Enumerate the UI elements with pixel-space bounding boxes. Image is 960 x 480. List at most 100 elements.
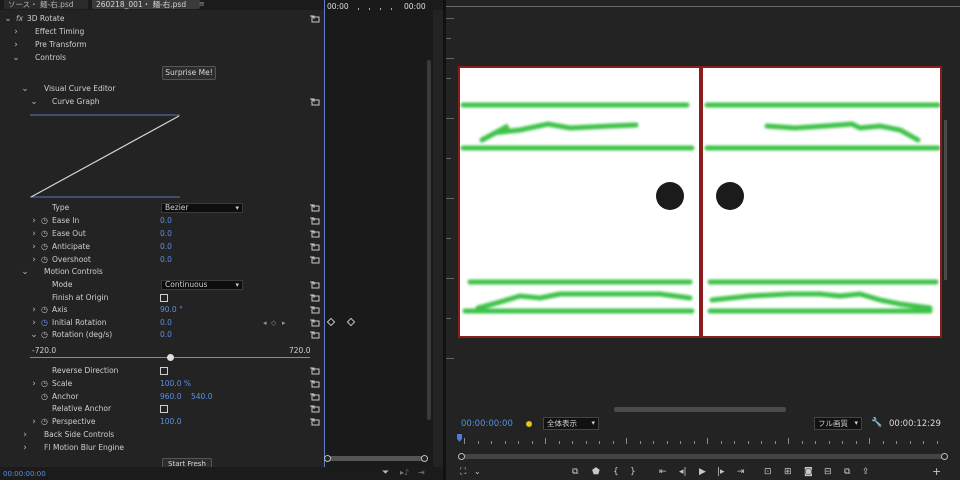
monitor-vertical-scrollbar[interactable] (944, 120, 947, 280)
chevron-right-icon[interactable]: › (30, 241, 38, 253)
monitor-time-ruler[interactable] (456, 434, 950, 448)
scroll-handle-left[interactable] (324, 455, 331, 462)
start-fresh-button[interactable]: Start Fresh (162, 458, 212, 467)
step-forward-icon[interactable]: |▸ (717, 466, 725, 478)
insert-icon[interactable]: ⊡ (764, 466, 772, 478)
overwrite-icon[interactable]: ⊞ (784, 466, 792, 478)
proxy-icon[interactable]: ⧉ (572, 466, 578, 478)
reset-icon[interactable] (310, 204, 321, 212)
initial-rotation-value[interactable]: 0.0 (160, 317, 172, 329)
chevron-down-icon[interactable]: ⌄ (4, 13, 12, 25)
stopwatch-icon[interactable]: ◷ (41, 331, 48, 339)
reset-icon[interactable] (310, 243, 321, 251)
ease-out-value[interactable]: 0.0 (160, 228, 172, 240)
playhead-timecode[interactable]: 00:00:00:00 (461, 419, 513, 429)
chevron-down-icon[interactable]: ⌄ (21, 266, 29, 278)
video-frame[interactable] (458, 66, 942, 338)
stopwatch-icon[interactable]: ◷ (41, 380, 48, 388)
prev-keyframe-icon[interactable]: ◂ (263, 317, 267, 329)
scale-value[interactable]: 100.0 % (160, 378, 191, 390)
scroll-handle-left[interactable] (458, 453, 465, 460)
reset-icon[interactable] (310, 393, 321, 401)
camera-icon[interactable]: ◙ (804, 466, 813, 478)
panel-menu-icon[interactable]: ≡ (199, 0, 205, 8)
chevron-right-icon[interactable]: › (30, 215, 38, 227)
perspective-value[interactable]: 100.0 (160, 416, 181, 428)
tab-sequence[interactable]: 260218_001・ 麺-右.psd (92, 0, 200, 9)
mark-in-icon[interactable]: { (613, 466, 619, 478)
chevron-down-icon[interactable]: ⌄ (12, 52, 20, 64)
chevron-right-icon[interactable]: › (30, 317, 38, 329)
export-frame-icon[interactable]: ⇪ (862, 466, 870, 478)
reset-icon[interactable] (310, 256, 321, 264)
monitor-zoom-scrollbar[interactable] (458, 453, 948, 460)
tab-source[interactable]: ソース・ 麺-右.psd (4, 0, 88, 9)
curve-graph[interactable] (30, 114, 180, 198)
stopwatch-icon[interactable]: ◷ (41, 306, 48, 314)
play-icon[interactable]: ▶ (699, 466, 706, 478)
safe-margins-icon[interactable]: ⛶ (460, 466, 466, 478)
add-keyframe-icon[interactable]: ◇ (271, 317, 276, 329)
chevron-down-icon[interactable]: ⌄ (30, 96, 38, 108)
mark-out-icon[interactable]: } (630, 466, 636, 478)
chevron-right-icon[interactable]: › (21, 442, 29, 454)
surprise-me-button[interactable]: Surprise Me! (162, 66, 216, 80)
group-controls[interactable]: ⌄ Controls (0, 52, 323, 64)
overshoot-value[interactable]: 0.0 (160, 254, 172, 266)
add-marker-icon[interactable]: ⬟ (592, 466, 600, 478)
group-visual-curve-editor[interactable]: ⌄ Visual Curve Editor (0, 83, 323, 95)
chevron-right-icon[interactable]: › (30, 416, 38, 428)
footer-timecode[interactable]: 00:00:00:00 (3, 470, 46, 478)
rotation-deg-s-value[interactable]: 0.0 (160, 329, 172, 341)
reset-icon[interactable] (310, 331, 321, 339)
anticipate-value[interactable]: 0.0 (160, 241, 172, 253)
wrench-icon[interactable]: 🔧 (871, 418, 882, 428)
stopwatch-icon[interactable]: ◷ (41, 217, 48, 225)
mode-dropdown[interactable]: Continuous ▾ (161, 280, 243, 290)
vertical-scrollbar[interactable] (427, 60, 431, 420)
reset-icon[interactable] (310, 98, 321, 106)
chevron-right-icon[interactable]: › (30, 378, 38, 390)
chevron-right-icon[interactable]: › (30, 254, 38, 266)
reset-icon[interactable] (310, 15, 321, 23)
fx-badge[interactable]: fx (16, 13, 23, 25)
slider-thumb[interactable] (166, 354, 174, 361)
play-audio-icon[interactable]: ▸♪ (400, 468, 409, 477)
multi-cam-icon[interactable]: ⧉ (844, 466, 850, 478)
effect-timeline[interactable]: 00:00 00:00 (324, 0, 433, 467)
reset-icon[interactable] (310, 319, 321, 327)
reset-icon[interactable] (310, 294, 321, 302)
zoom-level-dropdown[interactable]: 全体表示 ▾ (543, 417, 599, 430)
monitor-horizontal-scrollbar[interactable] (614, 407, 786, 412)
playback-quality-dropdown[interactable]: フル画質 ▾ (814, 417, 862, 430)
reset-icon[interactable] (310, 418, 321, 426)
finish-at-origin-checkbox[interactable] (160, 294, 168, 302)
stopwatch-icon[interactable]: ◷ (41, 256, 48, 264)
chevron-right-icon[interactable]: › (12, 26, 20, 38)
go-to-out-icon[interactable]: ⇥ (737, 466, 745, 478)
anchor-x-value[interactable]: 960.0 (160, 391, 181, 403)
stopwatch-icon[interactable]: ◷ (41, 243, 48, 251)
reverse-direction-checkbox[interactable] (160, 367, 168, 375)
group-motion-blur-engine[interactable]: › FI Motion Blur Engine (0, 442, 323, 454)
reset-icon[interactable] (310, 230, 321, 238)
chevron-down-icon[interactable]: ⌄ (474, 466, 481, 478)
playhead-marker[interactable] (457, 434, 462, 442)
keyframe-diamond[interactable] (326, 317, 336, 327)
group-effect-timing[interactable]: › Effect Timing (0, 26, 323, 38)
go-to-in-icon[interactable]: ⇤ (659, 466, 667, 478)
filter-icon[interactable]: ⏷ (382, 468, 389, 478)
anchor-y-value[interactable]: 540.0 (191, 391, 212, 403)
rotation-slider[interactable]: -720.0 720.0 (0, 344, 323, 366)
stopwatch-icon[interactable]: ◷ (41, 418, 48, 426)
reset-icon[interactable] (310, 306, 321, 314)
reset-icon[interactable] (310, 367, 321, 375)
scroll-handle-right[interactable] (941, 453, 948, 460)
group-motion-controls[interactable]: ⌄ Motion Controls (0, 266, 323, 278)
stopwatch-icon[interactable]: ◷ (41, 319, 48, 327)
timeline-zoom-scrollbar[interactable] (324, 455, 428, 462)
export-icon[interactable]: ⇥ (418, 468, 425, 477)
chevron-right-icon[interactable]: › (21, 429, 29, 441)
effect-header-3d-rotate[interactable]: ⌄ fx 3D Rotate (0, 13, 323, 25)
relative-anchor-checkbox[interactable] (160, 405, 168, 413)
